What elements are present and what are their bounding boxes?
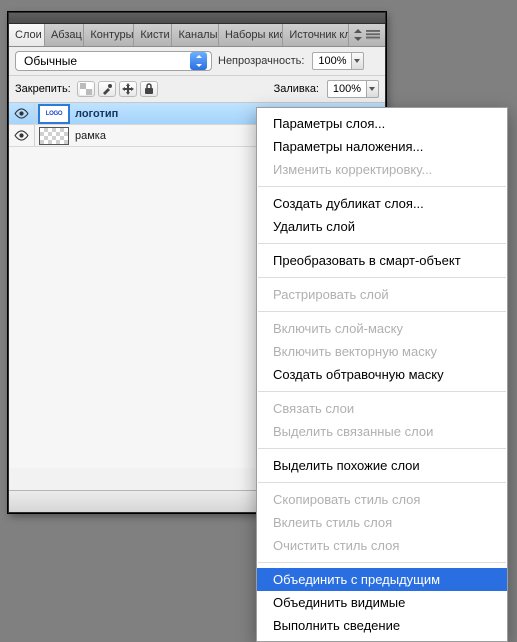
menu-item[interactable]: Создать дубликат слоя...	[257, 192, 507, 215]
blend-mode-value: Обычные	[24, 54, 190, 68]
menu-item: Вклеить стиль слоя	[257, 511, 507, 534]
panel-menu-icon[interactable]	[366, 30, 380, 40]
menu-item[interactable]: Объединить видимые	[257, 591, 507, 614]
blend-opacity-row: Обычные Непрозрачность: 100%	[9, 47, 385, 76]
tab-0[interactable]: Слои	[9, 24, 45, 46]
chevron-down-icon[interactable]	[352, 52, 364, 70]
chevron-updown-icon	[190, 52, 207, 70]
menu-item[interactable]: Параметры слоя...	[257, 112, 507, 135]
tab-6[interactable]: Источник кл	[283, 24, 349, 46]
fill-field[interactable]: 100%	[327, 80, 379, 98]
layer-context-menu: Параметры слоя...Параметры наложения...И…	[256, 107, 508, 642]
menu-separator	[258, 277, 506, 278]
panel-tabs: СлоиАбзацКонтурыКистиКаналыНаборы кисИст…	[9, 24, 385, 47]
move-lock-icon[interactable]	[119, 81, 137, 97]
lock-label: Закрепить:	[15, 83, 71, 95]
layer-thumbnail[interactable]: LOGO	[39, 105, 69, 123]
menu-item[interactable]: Удалить слой	[257, 215, 507, 238]
tab-2[interactable]: Контуры	[84, 24, 134, 46]
menu-item[interactable]: Преобразовать в смарт-объект	[257, 249, 507, 272]
menu-item: Очистить стиль слоя	[257, 534, 507, 557]
menu-item: Выделить связанные слои	[257, 420, 507, 443]
menu-item: Включить слой-маску	[257, 317, 507, 340]
menu-item: Связать слои	[257, 397, 507, 420]
transparency-lock-icon[interactable]	[77, 81, 95, 97]
opacity-label: Непрозрачность:	[218, 55, 304, 67]
menu-separator	[258, 243, 506, 244]
menu-item: Изменить корректировку...	[257, 158, 507, 181]
tab-5[interactable]: Наборы кис	[219, 24, 283, 46]
menu-item[interactable]: Создать обтравочную маску	[257, 363, 507, 386]
menu-separator	[258, 186, 506, 187]
panel-grip[interactable]	[9, 13, 385, 24]
fill-label: Заливка:	[274, 83, 319, 95]
opacity-field[interactable]: 100%	[312, 52, 364, 70]
menu-separator	[258, 311, 506, 312]
menu-item: Растрировать слой	[257, 283, 507, 306]
tab-3[interactable]: Кисти	[134, 24, 172, 46]
menu-item[interactable]: Выделить похожие слои	[257, 454, 507, 477]
panel-collapse-icon[interactable]	[354, 29, 362, 41]
menu-separator	[258, 562, 506, 563]
blend-mode-select[interactable]: Обычные	[15, 51, 212, 71]
menu-item: Скопировать стиль слоя	[257, 488, 507, 511]
layer-thumbnail[interactable]	[39, 127, 69, 145]
visibility-eye-icon[interactable]	[9, 125, 35, 146]
brush-lock-icon[interactable]	[98, 81, 116, 97]
menu-item[interactable]: Объединить с предыдущим	[257, 568, 507, 591]
lock-all-icon[interactable]	[140, 81, 158, 97]
menu-separator	[258, 391, 506, 392]
fill-value[interactable]: 100%	[327, 80, 367, 98]
menu-separator	[258, 482, 506, 483]
lock-fill-row: Закрепить: Заливка: 100%	[9, 76, 385, 103]
tab-4[interactable]: Каналы	[172, 24, 218, 46]
visibility-eye-icon[interactable]	[9, 103, 35, 124]
menu-item[interactable]: Параметры наложения...	[257, 135, 507, 158]
opacity-value[interactable]: 100%	[312, 52, 352, 70]
chevron-down-icon[interactable]	[367, 80, 379, 98]
menu-separator	[258, 448, 506, 449]
menu-item: Включить векторную маску	[257, 340, 507, 363]
tab-1[interactable]: Абзац	[45, 24, 84, 46]
menu-item[interactable]: Выполнить сведение	[257, 614, 507, 637]
